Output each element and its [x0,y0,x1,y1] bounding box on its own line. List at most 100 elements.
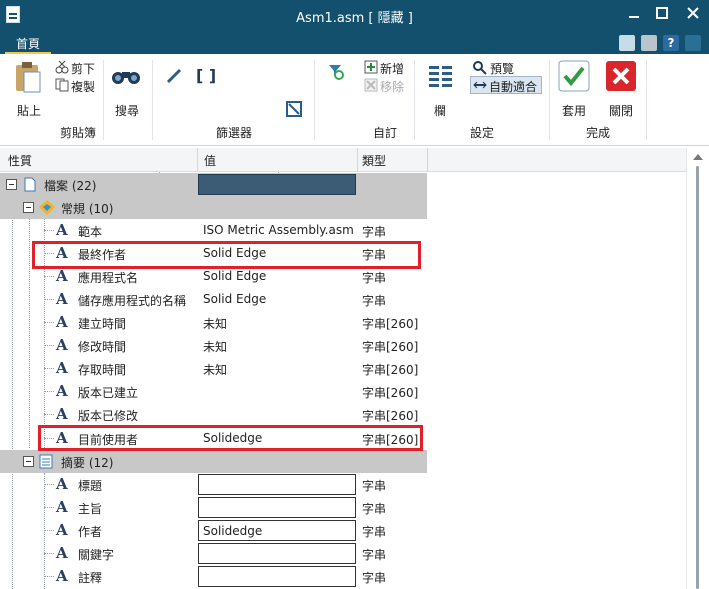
autofit-button[interactable]: 自動適合 [470,76,542,94]
column-divider[interactable] [427,148,428,172]
tree-connector [44,322,54,323]
highlight-box [32,241,421,269]
tree-connector [44,484,54,485]
property-row[interactable]: A 主旨 字串 [0,496,686,519]
group-row-summary[interactable]: 摘要 (12) [0,450,427,473]
ribbon: 貼上 剪下 複製 剪貼簿 搜尋 [ ] 篩選器 新增 移除 自訂 欄 預覽 自動… [0,54,709,174]
checkmark-icon[interactable] [558,60,590,95]
value-input[interactable] [198,474,356,495]
header-value[interactable]: 值 [204,152,216,169]
title-bar: Asm1.asm [ 隱藏 ] [0,0,709,32]
close-window-button[interactable] [681,5,705,25]
export-icon[interactable] [619,35,635,51]
scroll-up-icon[interactable] [693,154,703,160]
paste-icon[interactable] [13,60,43,97]
tree-connector [44,230,54,231]
property-row[interactable]: A 儲存應用程式的名稱 Solid Edge 字串 [0,288,686,311]
binoculars-icon[interactable] [110,66,142,89]
help-icon[interactable]: ? [663,35,679,51]
property-value[interactable]: Solid Edge [203,292,266,306]
grid-header: 性質 值 類型 [0,148,686,172]
property-type: 字串[260] [362,317,419,331]
property-row[interactable]: A 版本已修改 字串[260] [0,403,686,426]
tree-connector [44,276,54,277]
header-type[interactable]: 類型 [362,152,386,169]
remove-row-icon[interactable] [364,78,378,95]
scroll-thumb[interactable] [696,166,699,589]
tab-home[interactable]: 首頁 [5,35,51,54]
selected-value-cell[interactable] [198,174,356,195]
column-divider[interactable] [357,148,358,172]
minimize-button[interactable] [622,5,646,25]
property-name: 版本已修改 [78,409,139,423]
print-icon[interactable] [641,35,657,51]
property-name: 修改時間 [78,340,127,354]
group-row-file[interactable]: 檔案 (22) [0,173,427,196]
vertical-scrollbar[interactable] [686,148,709,589]
value-input[interactable] [198,543,356,564]
group-label: 摘要 (12) [61,456,114,470]
property-row[interactable]: A 版本已建立 字串[260] [0,380,686,403]
apply-label[interactable]: 套用 [562,102,586,119]
property-value[interactable]: 未知 [203,338,227,355]
search-label[interactable]: 搜尋 [115,102,139,119]
ribbon-separator [314,60,315,140]
property-row[interactable]: A 建立時間 未知 字串[260] [0,311,686,334]
tree-connector [44,507,54,508]
columns-icon[interactable] [428,64,454,93]
property-name: 儲存應用程式的名稱 [78,294,187,308]
collapse-icon[interactable] [23,202,34,213]
property-type: 字串 [362,294,387,308]
property-value[interactable]: 未知 [203,361,227,378]
pencil-icon[interactable] [166,68,182,87]
clear-filter-icon[interactable] [286,101,302,120]
pin-icon[interactable] [685,35,701,51]
preview-label[interactable]: 預覽 [490,60,514,77]
property-row[interactable]: A 範本 ISO Metric Assembly.asm 字串 [0,219,686,242]
property-name: 存取時間 [78,363,127,377]
remove-label[interactable]: 移除 [380,78,404,95]
columns-label[interactable]: 欄 [434,102,446,119]
new-label[interactable]: 新增 [380,60,404,77]
ribbon-tab-bar: 首頁 ? [0,32,709,54]
property-row[interactable]: A 修改時間 未知 字串[260] [0,334,686,357]
settings-group-label: 設定 [470,126,495,140]
collapse-icon[interactable] [6,179,17,190]
header-property[interactable]: 性質 [8,152,32,169]
close-x-icon[interactable] [605,60,637,95]
property-value[interactable]: ISO Metric Assembly.asm [203,223,354,237]
maximize-button[interactable] [650,5,674,25]
cut-icon[interactable] [55,60,69,77]
value-input[interactable] [198,566,356,587]
refresh-filter-icon[interactable] [326,62,344,83]
value-input[interactable]: Solidedge [198,520,356,541]
copy-icon[interactable] [55,78,69,95]
group-row-general[interactable]: 常規 (10) [0,196,427,219]
tree-connector [44,553,54,554]
property-row[interactable]: A 標題 字串 [0,473,686,496]
collapse-icon[interactable] [23,456,34,467]
paste-label[interactable]: 貼上 [17,102,41,119]
property-value[interactable]: 未知 [203,315,227,332]
close-label[interactable]: 關閉 [609,102,633,119]
property-row[interactable]: A 註釋 字串 [0,565,686,588]
cut-label[interactable]: 剪下 [71,60,95,77]
tree-connector [44,391,54,392]
property-row[interactable]: A 存取時間 未知 字串[260] [0,357,686,380]
property-row[interactable]: A 作者 Solidedge 字串 [0,519,686,542]
text-property-icon: A [56,336,68,354]
autofit-icon [473,81,487,89]
copy-label[interactable]: 複製 [71,78,95,95]
text-property-icon: A [56,267,68,285]
property-name: 應用程式名 [78,271,139,285]
property-value[interactable]: Solid Edge [203,269,266,283]
column-divider[interactable] [197,148,198,172]
clipboard-group-label: 剪貼簿 [60,126,97,140]
property-row[interactable]: A 關鍵字 字串 [0,542,686,565]
value-input[interactable] [198,497,356,518]
property-name: 主旨 [78,502,103,516]
quick-access-icons: ? [619,35,701,51]
add-row-icon[interactable] [364,60,378,77]
property-type: 字串[260] [362,340,419,354]
brackets-icon[interactable]: [ ] [196,66,216,85]
